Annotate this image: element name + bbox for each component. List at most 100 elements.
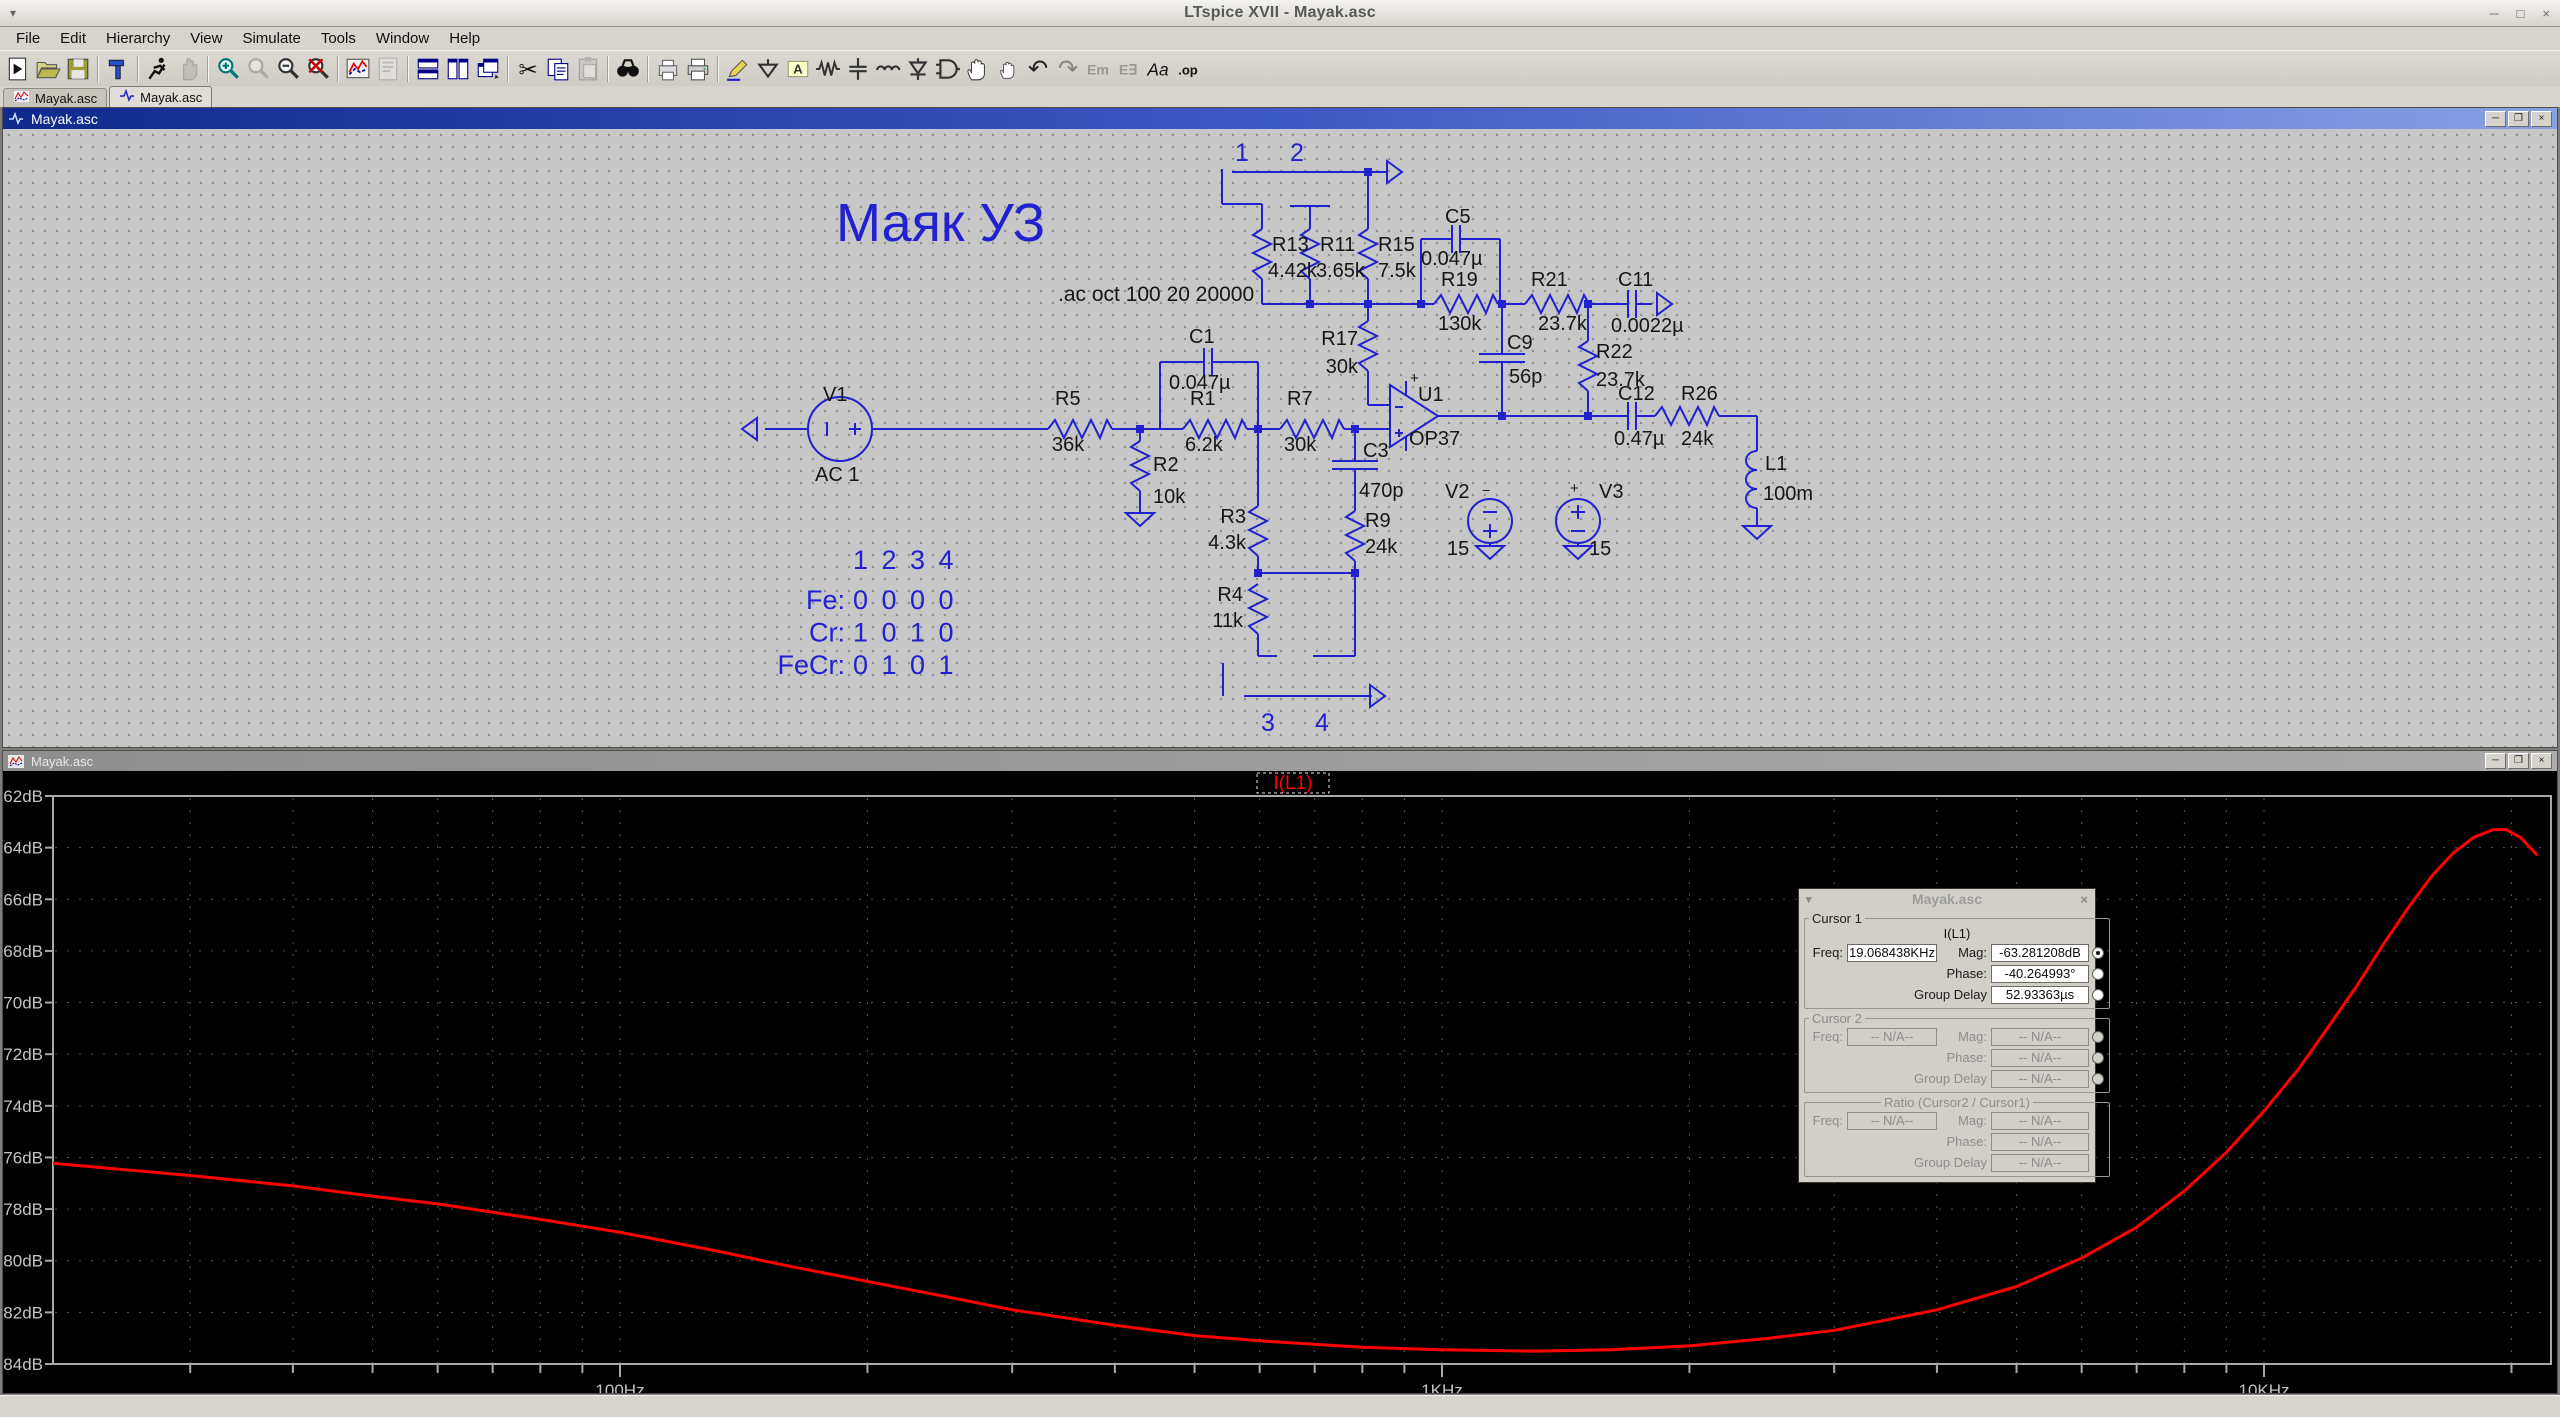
cursor2-phase-field[interactable]: [1991, 1049, 2089, 1067]
component-value-R2[interactable]: 10k: [1153, 486, 1186, 508]
cursor2-group-delay-field[interactable]: [1991, 1070, 2089, 1088]
component-ref-U1[interactable]: U1: [1418, 384, 1444, 406]
component-ref-L1[interactable]: L1: [1765, 453, 1787, 475]
find-icon[interactable]: [613, 54, 643, 84]
component-ref-V1[interactable]: V1: [823, 384, 847, 406]
cascade-icon[interactable]: [473, 54, 503, 84]
zoom-out-icon[interactable]: [273, 54, 303, 84]
component-value-C3[interactable]: 470p: [1359, 480, 1404, 502]
component-ref-R11[interactable]: R11: [1320, 234, 1355, 256]
matrix-row-cells[interactable]: 0 1 0 1: [853, 650, 957, 680]
ground-symbol[interactable]: [1564, 546, 1592, 559]
copy-icon[interactable]: [543, 54, 573, 84]
component-ref-R19[interactable]: R19: [1441, 269, 1478, 291]
drag-icon[interactable]: [993, 54, 1023, 84]
component-value-R15[interactable]: 7.5k: [1378, 260, 1417, 282]
text-icon[interactable]: Aa: [1143, 54, 1173, 84]
ground-icon[interactable]: [753, 54, 783, 84]
cursor1-group-delay-field[interactable]: [1991, 986, 2089, 1004]
control-panel-icon[interactable]: [103, 54, 133, 84]
inductor-symbol-L1[interactable]: [1746, 451, 1757, 508]
component-ref-R4[interactable]: R4: [1217, 584, 1243, 606]
matrix-row-label[interactable]: Fe:: [806, 585, 845, 615]
schematic-heading[interactable]: Маяк УЗ: [836, 193, 1045, 253]
cursor1-group-delay-radio[interactable]: [2092, 989, 2104, 1001]
component-value-R17[interactable]: 30k: [1326, 356, 1359, 378]
component-value-R26[interactable]: 24k: [1681, 428, 1714, 450]
wire-icon[interactable]: [723, 54, 753, 84]
resistor-symbol-R4[interactable]: [1249, 584, 1267, 634]
menu-item-window[interactable]: Window: [366, 28, 439, 49]
component-icon[interactable]: [933, 54, 963, 84]
ratio-phase-field[interactable]: [1991, 1133, 2089, 1151]
component-ref-C12[interactable]: C12: [1618, 383, 1655, 405]
port-number-1[interactable]: 1: [1235, 139, 1249, 167]
minimize-icon[interactable]: ─: [2485, 753, 2506, 769]
component-value-C5[interactable]: 0.047µ: [1421, 248, 1483, 270]
component-value-L1[interactable]: 100m: [1763, 483, 1813, 505]
minimize-icon[interactable]: ─: [2485, 111, 2506, 127]
voltage-source-symbol-V1[interactable]: [808, 397, 872, 461]
matrix-row-cells[interactable]: 0 0 0 0: [853, 585, 957, 615]
undo-icon[interactable]: ↶: [1023, 54, 1053, 84]
component-ref-V3[interactable]: V3: [1599, 481, 1623, 503]
component-ref-C9[interactable]: C9: [1507, 332, 1533, 354]
cursor2-mag-radio[interactable]: [2092, 1031, 2104, 1043]
matrix-header[interactable]: 1 2 3 4: [853, 545, 957, 575]
spice-directive-icon[interactable]: .op: [1173, 54, 1203, 84]
waveform-view-icon[interactable]: [343, 54, 373, 84]
component-ref-R9[interactable]: R9: [1365, 510, 1391, 532]
port-arrow-icon[interactable]: [742, 418, 757, 440]
component-value-R11[interactable]: 3.65k: [1316, 260, 1366, 282]
print-preview-icon[interactable]: [653, 54, 683, 84]
close-icon[interactable]: ×: [2531, 111, 2552, 127]
menu-item-help[interactable]: Help: [439, 28, 490, 49]
component-value-R21[interactable]: 23.7k: [1538, 313, 1588, 335]
cursor1-freq-field[interactable]: [1847, 944, 1937, 962]
ratio-group-delay-field[interactable]: [1991, 1154, 2089, 1172]
ground-symbol[interactable]: [1476, 546, 1504, 559]
port-arrow-icon[interactable]: [1387, 161, 1402, 183]
menu-item-view[interactable]: View: [180, 28, 232, 49]
waveform-canvas[interactable]: -62dB-64dB-66dB-68dB-70dB-72dB-74dB-76dB…: [3, 771, 2557, 1393]
component-ref-C11[interactable]: C11: [1618, 269, 1653, 291]
component-value-C9[interactable]: 56p: [1509, 366, 1542, 388]
menu-item-edit[interactable]: Edit: [50, 28, 96, 49]
open-icon[interactable]: [33, 54, 63, 84]
port-number-3[interactable]: 3: [1261, 709, 1275, 737]
component-ref-V2[interactable]: V2: [1445, 481, 1469, 503]
diode-icon[interactable]: [903, 54, 933, 84]
trace-label[interactable]: I(L1): [1273, 773, 1312, 794]
resistor-symbol-R26[interactable]: [1655, 407, 1719, 425]
ground-symbol[interactable]: [1743, 526, 1771, 539]
component-value-C11[interactable]: 0.0022µ: [1611, 315, 1684, 337]
component-ref-R21[interactable]: R21: [1531, 269, 1568, 291]
collapse-icon[interactable]: ▾: [1806, 893, 1812, 906]
component-value-C12[interactable]: 0.47µ: [1614, 428, 1665, 450]
menu-item-tools[interactable]: Tools: [311, 28, 366, 49]
port-arrow-icon[interactable]: [1657, 293, 1672, 315]
component-value-R7[interactable]: 30k: [1284, 434, 1317, 456]
restore-icon[interactable]: ❐: [2508, 111, 2529, 127]
component-value-V3[interactable]: 15: [1589, 538, 1611, 560]
print-icon[interactable]: [683, 54, 713, 84]
component-value-R1[interactable]: 6.2k: [1185, 434, 1224, 456]
maximize-icon[interactable]: □: [2517, 6, 2525, 21]
close-icon[interactable]: ×: [2542, 6, 2550, 21]
component-value-R5[interactable]: 36k: [1052, 434, 1085, 456]
component-ref-R7[interactable]: R7: [1287, 388, 1313, 410]
ratio-freq-field[interactable]: [1847, 1112, 1937, 1130]
component-ref-R5[interactable]: R5: [1055, 388, 1081, 410]
resistor-symbol-R9[interactable]: [1346, 511, 1364, 561]
inductor-icon[interactable]: [873, 54, 903, 84]
component-ref-R3[interactable]: R3: [1220, 506, 1246, 528]
cut-icon[interactable]: ✂: [513, 54, 543, 84]
component-value-R9[interactable]: 24k: [1365, 536, 1398, 558]
component-value-R19[interactable]: 130k: [1438, 313, 1482, 335]
component-ref-R1[interactable]: R1: [1190, 388, 1216, 410]
close-icon[interactable]: ×: [2531, 753, 2552, 769]
resistor-symbol-R2[interactable]: [1131, 441, 1149, 491]
capacitor-icon[interactable]: [843, 54, 873, 84]
cursor1-mag-radio[interactable]: [2092, 947, 2104, 959]
tile-horizontal-icon[interactable]: [413, 54, 443, 84]
